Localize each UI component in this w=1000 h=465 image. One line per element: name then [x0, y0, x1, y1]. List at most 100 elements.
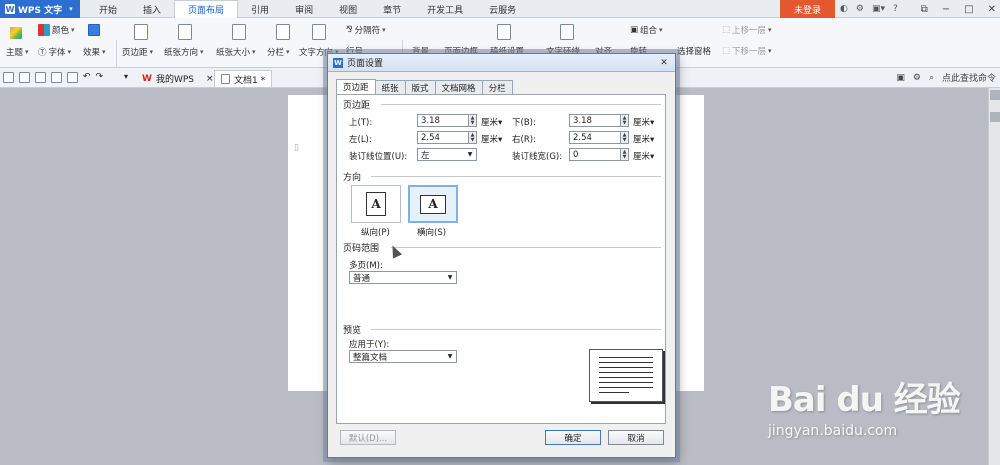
ok-button[interactable]: 确定	[545, 430, 601, 445]
monitor-icon[interactable]: ▣	[896, 73, 905, 83]
colors-button[interactable]: 颜色 ▾	[38, 24, 75, 36]
spin-arrows-icon[interactable]: ▲ ▼	[620, 148, 629, 161]
bottom-margin-input[interactable]: 3.18 ▲ ▼	[569, 114, 629, 127]
menu-item-chapter[interactable]: 章节	[370, 0, 414, 18]
gutter-position-select[interactable]: 左 ▼	[417, 148, 477, 161]
login-button[interactable]: 未登录	[780, 0, 835, 18]
app-menu-button[interactable]: W WPS 文字 ▾	[0, 0, 80, 18]
spin-arrows-icon[interactable]: ▲ ▼	[620, 114, 629, 127]
orientation-icon[interactable]	[178, 24, 192, 40]
open-icon[interactable]	[3, 72, 14, 83]
right-margin-unit[interactable]: 厘米▾	[633, 133, 654, 145]
apply-to-label: 应用于(Y):	[349, 340, 390, 350]
minimize-icon[interactable]: −	[942, 4, 950, 15]
menu-item-insert[interactable]: 插入	[130, 0, 174, 18]
send-backward-button[interactable]: ⬚ 下移一层 ▾	[722, 45, 772, 57]
bring-forward-button[interactable]: ⬚ 上移一层 ▾	[722, 24, 772, 36]
bookmark-icon[interactable]: ▣▾	[872, 4, 885, 14]
group-divider	[381, 104, 661, 105]
help-icon[interactable]: ?	[893, 4, 898, 14]
tab-layout[interactable]: 版式	[404, 80, 436, 94]
orientation-button[interactable]: 纸张方向 ▾	[164, 46, 204, 58]
group-button[interactable]: ▣ 组合 ▾	[630, 24, 663, 36]
theme-button[interactable]: 主题 ▾	[6, 46, 29, 58]
page-setup-dialog: W 页面设置 ✕ 页边距 纸张 版式 文档网格 分栏 页边距 上(T): 3.1…	[327, 53, 676, 458]
margins-icon[interactable]	[134, 24, 148, 40]
close-icon[interactable]: ✕	[988, 4, 996, 15]
landscape-option[interactable]: A	[408, 185, 458, 223]
effects-icon[interactable]	[88, 24, 100, 36]
right-margin-input[interactable]: 2.54 ▲ ▼	[569, 131, 629, 144]
menu-item-developer[interactable]: 开发工具	[414, 0, 476, 18]
restore-tab-icon[interactable]: ⧉	[921, 4, 928, 15]
tab-document[interactable]: 文档1 *	[214, 70, 273, 87]
menu-item-review[interactable]: 审阅	[282, 0, 326, 18]
tab-margins[interactable]: 页边距	[336, 79, 376, 94]
window-controls: ⧉ − □ ✕	[921, 0, 996, 18]
apply-to-select[interactable]: 整篇文档 ▼	[349, 350, 457, 363]
wrap-icon[interactable]	[560, 24, 574, 40]
paper-size-icon[interactable]	[232, 24, 246, 40]
gutter-width-input[interactable]: 0 ▲ ▼	[569, 148, 629, 161]
fonts-button[interactable]: Ⓣ 字体 ▾	[38, 46, 71, 58]
tab-my-wps[interactable]: W 我的WPS ×	[136, 70, 220, 87]
margins-button[interactable]: 页边距 ▾	[122, 46, 153, 58]
wps-logo-icon: W	[5, 4, 15, 14]
text-direction-icon[interactable]	[312, 24, 326, 40]
tab-document-grid[interactable]: 文档网格	[434, 80, 483, 94]
print-icon[interactable]	[51, 72, 62, 83]
menu-item-references[interactable]: 引用	[238, 0, 282, 18]
tab-paper[interactable]: 纸张	[374, 80, 406, 94]
menu-item-cloud[interactable]: 云服务	[476, 0, 529, 18]
maximize-icon[interactable]: □	[964, 4, 973, 15]
chevron-down-icon: ▼	[447, 274, 453, 281]
scroll-up-icon[interactable]	[990, 90, 1000, 100]
command-search-input[interactable]: 点此查找命令	[942, 71, 996, 84]
portrait-option[interactable]: A	[351, 185, 401, 223]
columns-button[interactable]: 分栏 ▾	[267, 46, 290, 58]
bottom-margin-unit[interactable]: 厘米▾	[633, 116, 654, 128]
draft-paper-icon[interactable]	[497, 24, 511, 40]
chevron-down-icon[interactable]: ▾	[124, 72, 128, 81]
main-menu: 开始 插入 页面布局 引用 审阅 视图 章节 开发工具 云服务	[86, 0, 529, 18]
gutter-width-unit[interactable]: 厘米▾	[633, 150, 654, 162]
wps-logo-icon: W	[333, 57, 343, 68]
left-margin-unit[interactable]: 厘米▾	[481, 133, 502, 145]
vertical-scrollbar[interactable]	[988, 88, 1000, 465]
top-margin-unit[interactable]: 厘米▾	[481, 116, 502, 128]
preview-icon[interactable]	[67, 72, 78, 83]
top-margin-input[interactable]: 3.18 ▲ ▼	[417, 114, 477, 127]
paper-size-button[interactable]: 纸张大小 ▾	[216, 46, 256, 58]
multi-pages-select[interactable]: 普通 ▼	[349, 271, 457, 284]
theme-swatch-icon[interactable]	[10, 27, 22, 39]
undo-icon[interactable]: ↶	[83, 72, 91, 83]
selection-pane-button[interactable]: 选择窗格	[677, 45, 711, 57]
spin-arrows-icon[interactable]: ▲ ▼	[468, 114, 477, 127]
cancel-button[interactable]: 取消	[608, 430, 664, 445]
redo-icon[interactable]: ↷	[96, 72, 104, 83]
close-icon[interactable]: ✕	[658, 57, 670, 68]
default-button[interactable]: 默认(D)...	[340, 430, 396, 445]
left-margin-label: 左(L):	[349, 135, 372, 145]
settings-icon[interactable]: ⚙	[856, 4, 864, 14]
menu-item-page-layout[interactable]: 页面布局	[174, 0, 239, 18]
margins-tab-panel: 页边距 上(T): 3.18 ▲ ▼ 厘米▾ 下(B): 3.18 ▲ ▼ 厘米▾ …	[336, 94, 666, 424]
tab-columns[interactable]: 分栏	[481, 80, 513, 94]
save-icon[interactable]	[19, 72, 30, 83]
skin-icon[interactable]: ◐	[840, 4, 848, 14]
dialog-title-bar[interactable]: W 页面设置	[328, 54, 675, 72]
spin-arrows-icon[interactable]: ▲ ▼	[468, 131, 477, 144]
search-icon[interactable]: ⌕	[929, 73, 934, 83]
export-icon[interactable]	[35, 72, 46, 83]
menu-item-home[interactable]: 开始	[86, 0, 130, 18]
quick-access-icons: ↶ ↷	[3, 72, 103, 83]
scroll-down-icon[interactable]	[990, 112, 1000, 122]
spin-arrows-icon[interactable]: ▲ ▼	[620, 131, 629, 144]
separator-button[interactable]: ⅋ 分隔符 ▾	[346, 24, 386, 36]
left-margin-input[interactable]: 2.54 ▲ ▼	[417, 131, 477, 144]
settings-icon[interactable]: ⚙	[913, 73, 921, 83]
close-icon[interactable]: ×	[206, 74, 214, 84]
menu-item-view[interactable]: 视图	[326, 0, 370, 18]
columns-icon[interactable]	[276, 24, 290, 40]
effects-button[interactable]: 效果 ▾	[83, 46, 106, 58]
